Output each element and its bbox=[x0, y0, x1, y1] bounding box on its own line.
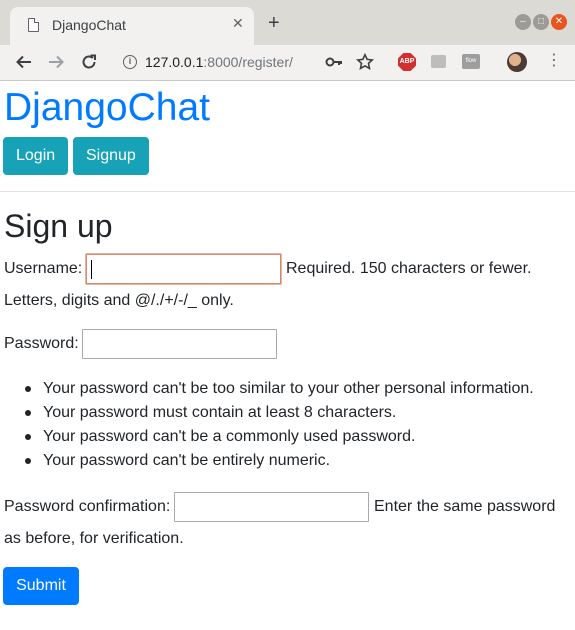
tab-title: DjangoChat bbox=[52, 17, 126, 33]
username-label: Username: bbox=[4, 260, 83, 277]
confirm-help-text-2: as before, for verification. bbox=[4, 530, 184, 547]
password-label: Password: bbox=[4, 335, 79, 352]
password-confirm-input[interactable] bbox=[174, 492, 369, 522]
close-window-button[interactable]: ✕ bbox=[551, 14, 567, 30]
abp-icon[interactable]: ABP bbox=[398, 53, 416, 71]
tab-close-icon[interactable]: ✕ bbox=[232, 15, 244, 31]
back-arrow-icon[interactable] bbox=[15, 53, 33, 74]
url-host: 127.0.0.1 bbox=[145, 54, 204, 70]
url-path: :8000/register/ bbox=[203, 54, 293, 70]
extension-icon[interactable] bbox=[431, 55, 446, 68]
forward-arrow-icon[interactable] bbox=[47, 53, 65, 74]
address-bar[interactable]: 127.0.0.1:8000/register/ bbox=[145, 54, 293, 70]
divider bbox=[0, 191, 575, 192]
avatar[interactable] bbox=[507, 52, 527, 72]
minimize-button[interactable]: – bbox=[515, 14, 531, 30]
site-brand[interactable]: DjangoChat bbox=[4, 88, 210, 127]
browser-toolbar: i 127.0.0.1:8000/register/ ABP flow ⋮ bbox=[0, 45, 575, 81]
list-item: Your password must contain at least 8 ch… bbox=[24, 404, 397, 421]
submit-button[interactable]: Submit bbox=[3, 567, 79, 605]
info-icon[interactable]: i bbox=[123, 55, 137, 69]
key-icon[interactable] bbox=[325, 54, 343, 73]
text-caret bbox=[91, 260, 92, 279]
list-item: Your password can't be entirely numeric. bbox=[24, 452, 331, 469]
username-help-text-2: Letters, digits and @/./+/-/_ only. bbox=[4, 292, 234, 309]
page-title: Sign up bbox=[4, 208, 113, 244]
page-content: DjangoChat Login Signup Sign up Username… bbox=[0, 82, 575, 630]
login-button[interactable]: Login bbox=[3, 137, 69, 175]
browser-titlebar: DjangoChat ✕ + – □ ✕ bbox=[0, 0, 575, 45]
maximize-button[interactable]: □ bbox=[533, 14, 549, 30]
password-input[interactable] bbox=[82, 329, 277, 359]
flow-icon[interactable]: flow bbox=[462, 54, 480, 69]
star-icon[interactable] bbox=[355, 52, 375, 74]
list-item: Your password can't be a commonly used p… bbox=[24, 428, 416, 445]
kebab-menu-icon[interactable]: ⋮ bbox=[546, 53, 562, 69]
confirm-help-text: Enter the same password bbox=[374, 498, 556, 515]
new-tab-button[interactable]: + bbox=[268, 13, 280, 33]
page-icon bbox=[28, 18, 39, 32]
reload-icon[interactable] bbox=[80, 53, 98, 74]
username-input[interactable] bbox=[86, 254, 281, 284]
browser-tab[interactable]: DjangoChat ✕ bbox=[10, 7, 254, 45]
signup-button[interactable]: Signup bbox=[73, 137, 149, 175]
username-help-text: Required. 150 characters or fewer. bbox=[286, 260, 532, 277]
list-item: Your password can't be too similar to yo… bbox=[25, 380, 534, 397]
password-confirm-label: Password confirmation: bbox=[4, 498, 171, 515]
